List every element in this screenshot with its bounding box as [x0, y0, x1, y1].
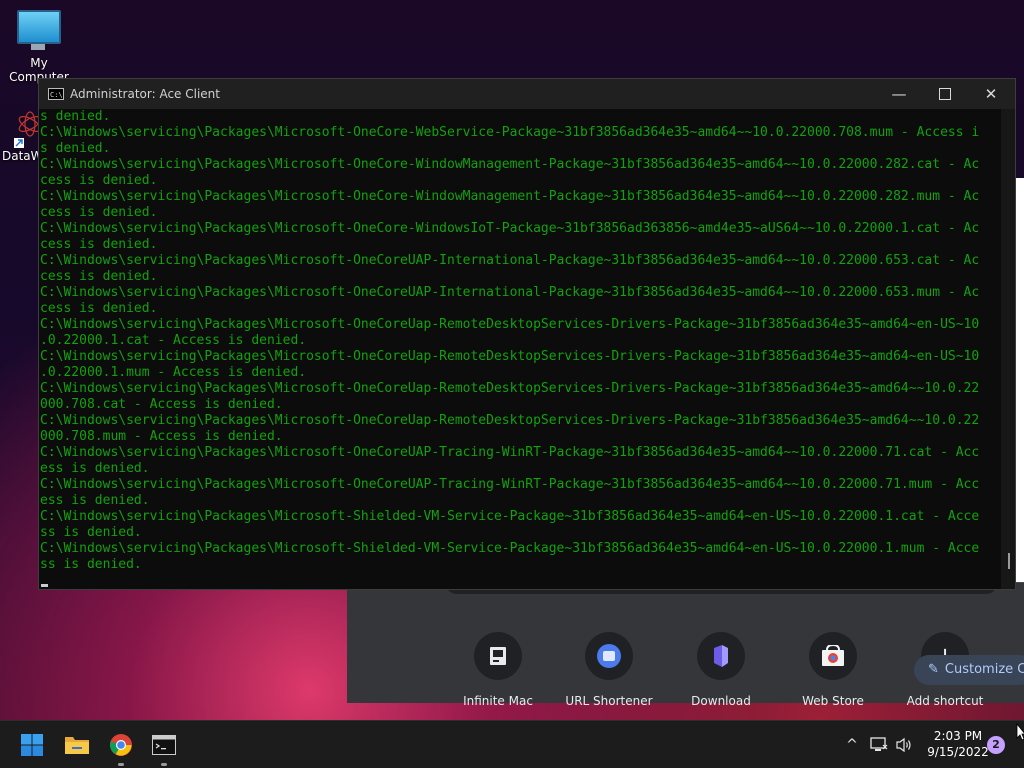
terminal-taskbar-button[interactable] — [144, 721, 184, 768]
console-line: ss is denied. — [40, 525, 142, 540]
console-line: C:\Windows\servicing\Packages\Microsoft-… — [40, 125, 980, 140]
console-line: ss is denied. — [40, 557, 142, 572]
desktop-icon-label: DataW — [2, 149, 43, 163]
console-line: cess is denied. — [40, 269, 158, 284]
console-line: C:\Windows\servicing\Packages\Microsoft-… — [40, 221, 980, 236]
desktop-icon-dataw[interactable]: DataW — [0, 108, 43, 163]
console-line: C:\Windows\servicing\Packages\Microsoft-… — [40, 189, 980, 204]
windows-start-icon — [21, 734, 43, 756]
network-icon — [870, 737, 888, 751]
tray-overflow-button[interactable]: ^ — [842, 721, 862, 768]
console-line: C:\Windows\servicing\Packages\Microsoft-… — [40, 541, 980, 556]
clock[interactable]: 2:03 PM 9/15/2022 — [918, 728, 998, 760]
chrome-icon — [109, 734, 132, 756]
shortcut-download[interactable]: Download — [666, 632, 776, 706]
shortcut-label: Infinite Mac — [463, 694, 533, 706]
console-line: cess is denied. — [40, 173, 158, 188]
folder-icon — [65, 737, 89, 754]
infinite-mac-icon — [474, 632, 522, 680]
console-line: cess is denied. — [40, 237, 158, 252]
console-line: C:\Windows\servicing\Packages\Microsoft-… — [40, 253, 980, 268]
url-shortener-icon — [585, 632, 633, 680]
console-line: 000.708.mum - Access is denied. — [40, 429, 283, 444]
console-line: C:\Windows\servicing\Packages\Microsoft-… — [40, 477, 980, 492]
terminal-icon — [152, 735, 176, 755]
console-line: C:\Windows\servicing\Packages\Microsoft-… — [40, 349, 980, 364]
console-line: C:\Windows\servicing\Packages\Microsoft-… — [40, 445, 980, 460]
console-scrollbar-thumb[interactable] — [1008, 553, 1010, 569]
minimize-button[interactable]: — — [876, 79, 922, 109]
chevron-up-icon: ^ — [846, 737, 858, 753]
console-line: .0.22000.1.mum - Access is denied. — [40, 365, 307, 380]
mouse-cursor-icon — [1016, 723, 1024, 741]
browser-window-edge — [1016, 178, 1024, 588]
maximize-button[interactable] — [922, 79, 968, 109]
shortcut-label: Add shortcut — [906, 694, 984, 706]
monitor-icon — [17, 10, 61, 50]
close-button[interactable]: ✕ — [968, 79, 1014, 109]
taskbar: ^ 2:03 PM 9/15/2022 — [0, 720, 1024, 768]
customize-label: Customize C — [944, 662, 1024, 677]
shortcut-label: URL Shortener — [565, 694, 653, 706]
console-line: s denied. — [40, 109, 111, 124]
minimize-icon: — — [891, 85, 907, 103]
shortcut-label: Download — [691, 694, 751, 706]
console-line: cess is denied. — [40, 301, 158, 316]
console-line: C:\Windows\servicing\Packages\Microsoft-… — [40, 317, 980, 332]
shortcut-infinite-mac[interactable]: Infinite Mac — [443, 632, 553, 706]
close-icon: ✕ — [984, 85, 998, 103]
console-output[interactable]: s denied. C:\Windows\servicing\Packages\M… — [39, 109, 1001, 589]
clock-time: 2:03 PM — [933, 729, 983, 743]
console-line: ess is denied. — [40, 493, 150, 508]
console-titlebar[interactable]: C:\ Administrator: Ace Client — ✕ — [39, 79, 1015, 109]
network-tray-button[interactable] — [868, 721, 890, 768]
console-line: C:\Windows\servicing\Packages\Microsoft-… — [40, 381, 980, 396]
running-indicator — [118, 763, 124, 766]
clock-date: 9/15/2022 — [927, 745, 989, 759]
console-title: Administrator: Ace Client — [70, 87, 220, 101]
console-line: ess is denied. — [40, 461, 150, 476]
console-line: s denied. — [40, 141, 111, 156]
notification-badge[interactable]: 2 — [987, 736, 1005, 754]
shortcut-label: Web Store — [802, 694, 864, 706]
console-cursor — [41, 584, 48, 587]
start-button[interactable] — [12, 721, 52, 768]
desktop-icon-my-computer[interactable]: My Computer — [0, 10, 78, 84]
cmd-icon: C:\ — [48, 88, 64, 100]
customize-chrome-button[interactable]: ✎ Customize C — [914, 655, 1024, 685]
console-line: 000.708.cat - Access is denied. — [40, 397, 283, 412]
volume-icon — [896, 737, 911, 753]
console-line: cess is denied. — [40, 205, 158, 220]
volume-tray-button[interactable] — [893, 721, 915, 768]
console-line: .0.22000.1.cat - Access is denied. — [40, 333, 307, 348]
console-window[interactable]: C:\ Administrator: Ace Client — ✕ s deni… — [38, 78, 1016, 590]
shortcut-web-store[interactable]: Web Store — [778, 632, 888, 706]
console-line: C:\Windows\servicing\Packages\Microsoft-… — [40, 509, 980, 524]
download-app-icon — [697, 632, 745, 680]
console-scrollbar[interactable] — [1001, 109, 1015, 589]
shortcut-url-shortener[interactable]: URL Shortener — [554, 632, 664, 706]
file-explorer-button[interactable] — [57, 721, 97, 768]
maximize-icon — [939, 88, 951, 100]
running-indicator — [161, 763, 167, 766]
chrome-taskbar-button[interactable] — [101, 721, 141, 768]
web-store-icon — [809, 632, 857, 680]
console-line: C:\Windows\servicing\Packages\Microsoft-… — [40, 413, 980, 428]
console-line: C:\Windows\servicing\Packages\Microsoft-… — [40, 285, 980, 300]
console-line: C:\Windows\servicing\Packages\Microsoft-… — [40, 157, 980, 172]
pencil-icon: ✎ — [928, 662, 939, 677]
